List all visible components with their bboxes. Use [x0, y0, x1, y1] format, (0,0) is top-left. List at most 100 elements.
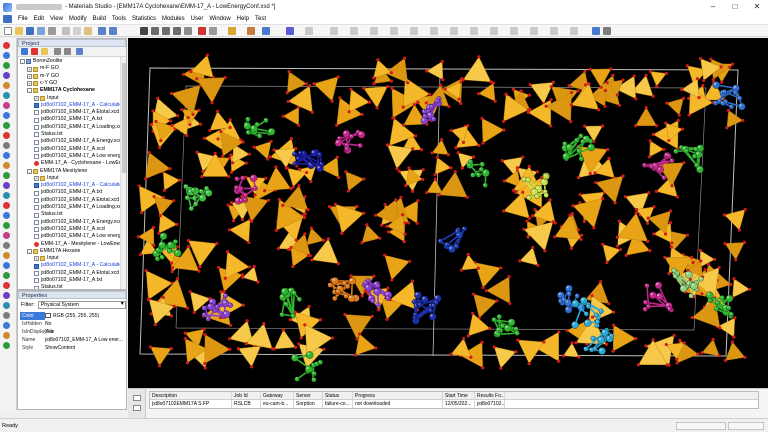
undo-icon[interactable] — [98, 27, 106, 35]
display-style-icon[interactable] — [262, 27, 270, 35]
job-view-icon[interactable] — [133, 395, 141, 401]
collapse-icon[interactable]: - — [27, 88, 32, 94]
tool-icon[interactable] — [3, 102, 10, 109]
new-item-icon[interactable] — [21, 48, 28, 55]
tool-icon[interactable] — [3, 42, 10, 49]
jobs-col-start-time[interactable]: Start Time — [443, 392, 475, 399]
jobs-col-status[interactable]: Status — [323, 392, 353, 399]
tool-icon[interactable] — [3, 92, 10, 99]
redo-icon[interactable] — [109, 27, 117, 35]
maximize-button[interactable]: □ — [724, 0, 746, 14]
molecular-structure-view[interactable] — [128, 38, 768, 388]
tool-icon[interactable] — [330, 27, 338, 35]
scrollbar-thumb[interactable] — [122, 63, 126, 173]
jobs-col-results[interactable]: Results Fo... — [475, 392, 505, 399]
measure-icon[interactable] — [305, 27, 313, 35]
expand-icon[interactable]: + — [34, 256, 39, 262]
collapse-icon[interactable]: - — [20, 59, 25, 65]
menu-file[interactable]: File — [15, 14, 31, 25]
expand-icon[interactable]: + — [34, 95, 39, 101]
new-file-icon[interactable] — [4, 27, 12, 35]
close-button[interactable]: ✕ — [746, 0, 768, 14]
bond-icon[interactable] — [209, 27, 217, 35]
tool-icon[interactable] — [3, 132, 10, 139]
tool-icon[interactable] — [3, 222, 10, 229]
jobs-col-progress[interactable]: Progress — [353, 392, 443, 399]
tool-icon[interactable] — [3, 332, 10, 339]
new-folder-icon[interactable] — [41, 48, 48, 55]
menu-statistics[interactable]: Statistics — [129, 14, 159, 25]
minimize-button[interactable]: – — [702, 0, 724, 14]
symmetry-icon[interactable] — [286, 27, 294, 35]
tool-icon[interactable] — [550, 27, 558, 35]
tool-icon[interactable] — [530, 27, 538, 35]
tool-icon[interactable] — [3, 162, 10, 169]
tool-icon[interactable] — [3, 252, 10, 259]
menu-modify[interactable]: Modify — [66, 14, 90, 25]
tool-icon[interactable] — [3, 312, 10, 319]
tool-icon[interactable] — [3, 62, 10, 69]
expand-icon[interactable]: + — [27, 66, 32, 72]
cut-icon[interactable] — [62, 27, 70, 35]
tool-icon[interactable] — [450, 27, 458, 35]
tool-icon[interactable] — [3, 202, 10, 209]
collapse-icon[interactable]: - — [27, 249, 32, 255]
tool-icon[interactable] — [3, 52, 10, 59]
property-row[interactable]: Style ShowContent — [20, 344, 126, 352]
app-menu-icon[interactable] — [3, 15, 12, 23]
expand-icon[interactable]: + — [27, 73, 32, 79]
tool-icon[interactable] — [3, 242, 10, 249]
copy-icon[interactable] — [73, 27, 81, 35]
tool-icon[interactable] — [3, 112, 10, 119]
menu-modules[interactable]: Modules — [159, 14, 188, 25]
tool-icon[interactable] — [3, 182, 10, 189]
fit-to-screen-icon[interactable] — [184, 27, 192, 35]
tool-icon[interactable] — [3, 342, 10, 349]
job-view-icon[interactable] — [133, 405, 141, 411]
tool-icon[interactable] — [3, 82, 10, 89]
tool-icon[interactable] — [570, 27, 578, 35]
color-icon[interactable] — [247, 27, 255, 35]
tool-icon[interactable] — [3, 302, 10, 309]
atom-icon[interactable] — [198, 27, 206, 35]
property-row[interactable]: Name jst8o07102_EMM-17_A Low ener... — [20, 336, 126, 344]
tool-icon[interactable] — [3, 152, 10, 159]
jobs-col-gateway[interactable]: Gateway — [261, 392, 294, 399]
tool-icon[interactable] — [3, 262, 10, 269]
save-icon[interactable] — [26, 27, 34, 35]
sketch-pencil-icon[interactable] — [228, 27, 236, 35]
jobs-col-jobid[interactable]: Job Id — [232, 392, 261, 399]
menu-tools[interactable]: Tools — [109, 14, 129, 25]
save-all-icon[interactable] — [37, 27, 45, 35]
tool-icon[interactable] — [430, 27, 438, 35]
tool-icon[interactable] — [3, 122, 10, 129]
settings-icon[interactable] — [603, 27, 611, 35]
menu-edit[interactable]: Edit — [31, 14, 47, 25]
table-row[interactable]: jst8o07102EMM17A S.FP RSLCB eu-cam-b... … — [150, 400, 758, 408]
window-layout-icon[interactable] — [592, 27, 600, 35]
refresh-icon[interactable] — [76, 48, 83, 55]
sort-icon[interactable] — [64, 48, 71, 55]
project-scrollbar[interactable] — [120, 57, 126, 289]
collapse-icon[interactable]: - — [27, 168, 32, 174]
rotate-icon[interactable] — [151, 27, 159, 35]
menu-test[interactable]: Test — [252, 14, 269, 25]
tool-icon[interactable] — [3, 72, 10, 79]
tool-icon[interactable] — [370, 27, 378, 35]
tool-icon[interactable] — [3, 232, 10, 239]
expand-icon[interactable]: + — [34, 176, 39, 182]
tool-icon[interactable] — [510, 27, 518, 35]
tool-icon[interactable] — [3, 212, 10, 219]
tool-icon[interactable] — [410, 27, 418, 35]
tool-icon[interactable] — [490, 27, 498, 35]
property-value[interactable]: Yes — [45, 328, 126, 336]
menu-user[interactable]: User — [188, 14, 207, 25]
open-folder-icon[interactable] — [15, 27, 23, 35]
property-value[interactable]: ShowContent — [45, 344, 126, 352]
paste-icon[interactable] — [84, 27, 92, 35]
tool-icon[interactable] — [470, 27, 478, 35]
property-row[interactable]: IsHidden No — [20, 320, 126, 328]
property-row[interactable]: IsInDisplayFile Yes — [20, 328, 126, 336]
translate-icon[interactable] — [162, 27, 170, 35]
properties-icon[interactable] — [54, 48, 61, 55]
